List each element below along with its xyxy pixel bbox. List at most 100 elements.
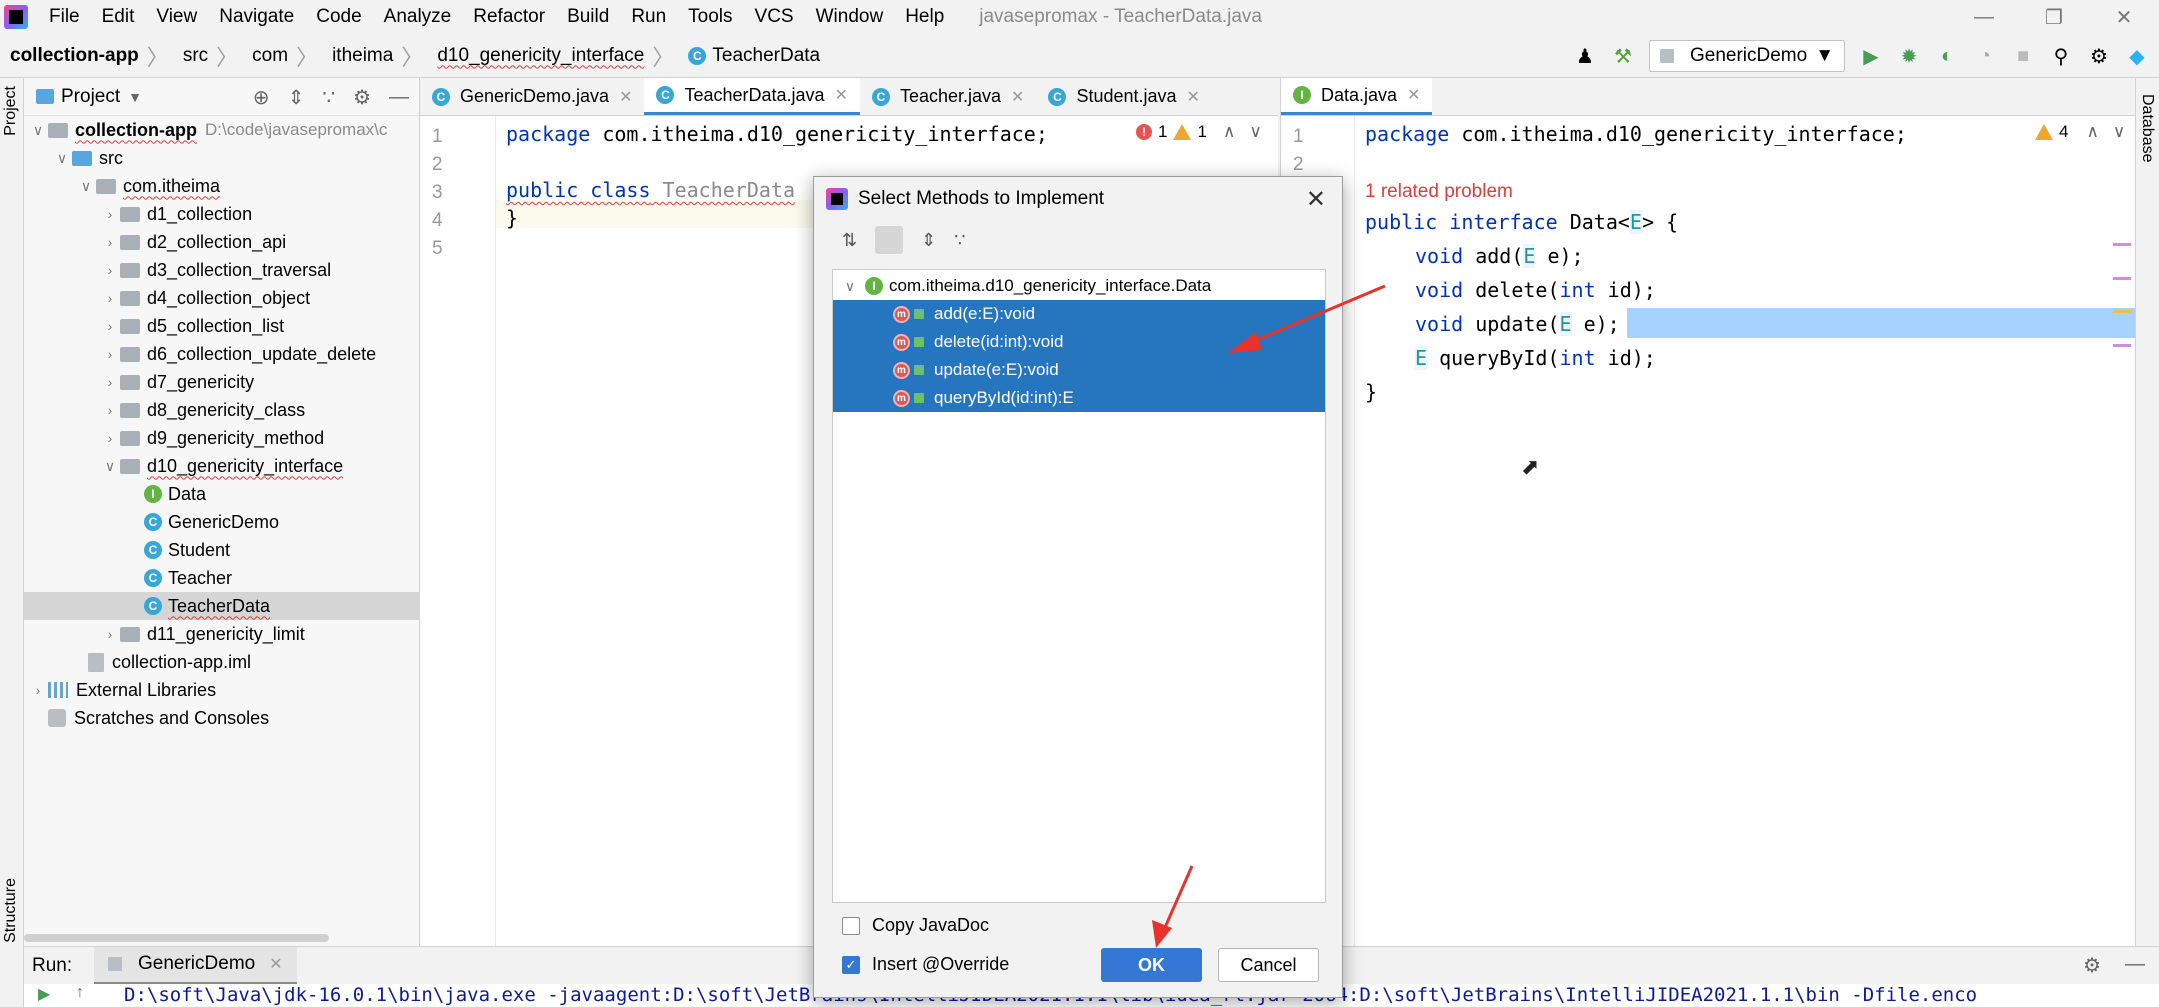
- menu-window[interactable]: Window: [805, 0, 895, 34]
- chevron-up-icon[interactable]: ∧: [1223, 122, 1235, 142]
- show-classes-toggle-icon[interactable]: [875, 226, 904, 254]
- checkbox-unchecked[interactable]: [842, 916, 860, 935]
- project-tool-button[interactable]: Project: [2, 86, 20, 136]
- menu-refactor[interactable]: Refactor: [462, 0, 556, 34]
- checkbox-checked[interactable]: ✓: [842, 955, 860, 974]
- tree-item-folder[interactable]: › d3_collection_traversal: [24, 256, 420, 284]
- copy-javadoc-checkbox[interactable]: Copy JavaDoc: [842, 915, 989, 936]
- menu-vcs[interactable]: VCS: [744, 0, 805, 34]
- tab-student[interactable]: C Student.java ✕: [1036, 78, 1211, 115]
- minimize-icon[interactable]: —: [1949, 0, 2019, 34]
- tree-item-scratches[interactable]: Scratches and Consoles: [24, 704, 420, 732]
- sort-alphabetically-icon[interactable]: ⇅: [842, 230, 857, 251]
- tree-item-src[interactable]: ∨ src: [24, 144, 420, 172]
- hide-panel-icon[interactable]: —: [389, 86, 409, 109]
- tree-item-file[interactable]: C Teacher: [24, 564, 420, 592]
- database-tool-button[interactable]: Database: [2138, 94, 2156, 163]
- run-icon[interactable]: ▶: [1859, 44, 1883, 68]
- error-stripe-mark[interactable]: [2113, 243, 2131, 246]
- menu-run[interactable]: Run: [620, 0, 677, 34]
- close-icon[interactable]: ✕: [619, 87, 632, 107]
- code-line-delete[interactable]: void delete(int id);: [1415, 278, 1656, 302]
- debug-icon[interactable]: ✹: [1897, 44, 1921, 68]
- ok-button[interactable]: OK: [1101, 948, 1202, 982]
- tree-item-folder[interactable]: › d6_collection_update_delete: [24, 340, 420, 368]
- code-line-interface[interactable]: public interface Data<E> {: [1365, 210, 1678, 234]
- tree-item-file[interactable]: I Data: [24, 480, 420, 508]
- close-icon[interactable]: ✕: [1011, 87, 1024, 107]
- code-line-3[interactable]: public class TeacherData: [506, 178, 795, 202]
- method-item-update[interactable]: m update(e:E):void: [833, 356, 1325, 384]
- tree-item-folder[interactable]: › d2_collection_api: [24, 228, 420, 256]
- horizontal-scrollbar[interactable]: [24, 934, 329, 942]
- related-problem-hint[interactable]: 1 related problem: [1365, 181, 1513, 203]
- breadcrumb-com[interactable]: com 〉: [242, 40, 322, 72]
- breadcrumb-package[interactable]: d10_genericity_interface 〉: [427, 40, 678, 72]
- code-line-1[interactable]: package com.itheima.d10_genericity_inter…: [1365, 122, 1907, 146]
- close-icon[interactable]: ✕: [1407, 85, 1420, 105]
- tree-item-folder[interactable]: › d1_collection: [24, 200, 420, 228]
- breadcrumb-project[interactable]: collection-app 〉: [0, 40, 173, 72]
- error-stripe-mark[interactable]: [2113, 344, 2131, 347]
- interface-node[interactable]: ∨ I com.itheima.d10_genericity_interface…: [833, 272, 1325, 300]
- chevron-down-icon[interactable]: ▼: [128, 89, 142, 105]
- tree-item-folder[interactable]: › d4_collection_object: [24, 284, 420, 312]
- tree-root-project[interactable]: ∨ collection-app D:\code\javasepromax\c: [24, 116, 420, 144]
- close-window-icon[interactable]: ✕: [2089, 0, 2159, 34]
- tree-item-folder[interactable]: › d9_genericity_method: [24, 424, 420, 452]
- project-panel-title[interactable]: Project: [61, 86, 120, 108]
- structure-tool-button[interactable]: Structure: [2, 878, 20, 943]
- tree-item-file-selected[interactable]: C TeacherData: [24, 592, 420, 620]
- collapse-all-icon[interactable]: ∵: [954, 230, 965, 251]
- search-icon[interactable]: ⚲: [2049, 44, 2073, 68]
- error-stripe-mark[interactable]: [2113, 277, 2131, 280]
- menu-build[interactable]: Build: [556, 0, 620, 34]
- method-item-add[interactable]: m add(e:E):void: [833, 300, 1325, 328]
- menu-help[interactable]: Help: [894, 0, 955, 34]
- tree-item-folder[interactable]: › d5_collection_list: [24, 312, 420, 340]
- code-line-update[interactable]: void update(E e);: [1415, 312, 1620, 336]
- chevron-up-icon[interactable]: ∧: [2086, 122, 2098, 142]
- tab-data[interactable]: I Data.java ✕: [1281, 78, 1433, 115]
- code-line-1[interactable]: package com.itheima.d10_genericity_inter…: [506, 122, 1048, 146]
- tab-teacher[interactable]: C Teacher.java ✕: [860, 78, 1036, 115]
- tree-item-open-folder[interactable]: ∨ d10_genericity_interface: [24, 452, 420, 480]
- inspection-widget-left[interactable]: ! 1 1 ∧ ∨: [1136, 122, 1262, 142]
- build-hammer-icon[interactable]: ⚒: [1611, 44, 1635, 68]
- menu-edit[interactable]: Edit: [91, 0, 146, 34]
- tree-item-file[interactable]: C GenericDemo: [24, 508, 420, 536]
- tree-item-iml[interactable]: collection-app.iml: [24, 648, 420, 676]
- rerun-icon[interactable]: ▶: [38, 984, 50, 1004]
- hide-panel-icon[interactable]: —: [2125, 953, 2145, 978]
- coverage-icon[interactable]: ◐: [1935, 44, 1959, 68]
- menu-navigate[interactable]: Navigate: [208, 0, 305, 34]
- gear-icon[interactable]: ⚙: [353, 85, 371, 110]
- close-icon[interactable]: ✕: [269, 954, 282, 974]
- method-item-querybyid[interactable]: m queryById(id:int):E: [833, 384, 1325, 412]
- tree-item-folder[interactable]: › d8_genericity_class: [24, 396, 420, 424]
- stop-icon[interactable]: ■: [2011, 44, 2035, 68]
- profile-icon[interactable]: ◔: [1973, 44, 1997, 68]
- expand-all-icon[interactable]: ⇕: [288, 85, 305, 110]
- tab-genericdemo[interactable]: C GenericDemo.java ✕: [420, 78, 644, 115]
- tab-teacherdata[interactable]: C TeacherData.java ✕: [644, 78, 860, 115]
- error-stripe-mark[interactable]: [2113, 310, 2131, 313]
- menu-file[interactable]: File: [38, 0, 91, 34]
- code-line-querybyid[interactable]: E queryById(int id);: [1415, 346, 1656, 370]
- breadcrumb-class[interactable]: C TeacherData: [678, 45, 824, 67]
- tree-item-file[interactable]: C Student: [24, 536, 420, 564]
- inspection-widget-right[interactable]: 4 ∧ ∨: [2035, 122, 2125, 142]
- menu-code[interactable]: Code: [305, 0, 372, 34]
- run-tab-genericdemo[interactable]: GenericDemo ✕: [94, 946, 297, 985]
- tree-item-folder[interactable]: › d11_genericity_limit: [24, 620, 420, 648]
- breadcrumb-itheima[interactable]: itheima 〉: [322, 40, 427, 72]
- close-icon[interactable]: ✕: [835, 85, 848, 105]
- menu-analyze[interactable]: Analyze: [373, 0, 463, 34]
- run-configuration-select[interactable]: GenericDemo ▼: [1648, 40, 1845, 72]
- code-line-add[interactable]: void add(E e);: [1415, 244, 1584, 268]
- code-line-4[interactable]: }: [506, 206, 518, 230]
- tree-item-folder[interactable]: › d7_genericity: [24, 368, 420, 396]
- insert-override-checkbox[interactable]: ✓ Insert @Override: [842, 954, 1009, 975]
- locate-icon[interactable]: ⊕: [253, 85, 270, 110]
- gear-icon[interactable]: ⚙: [2083, 953, 2101, 978]
